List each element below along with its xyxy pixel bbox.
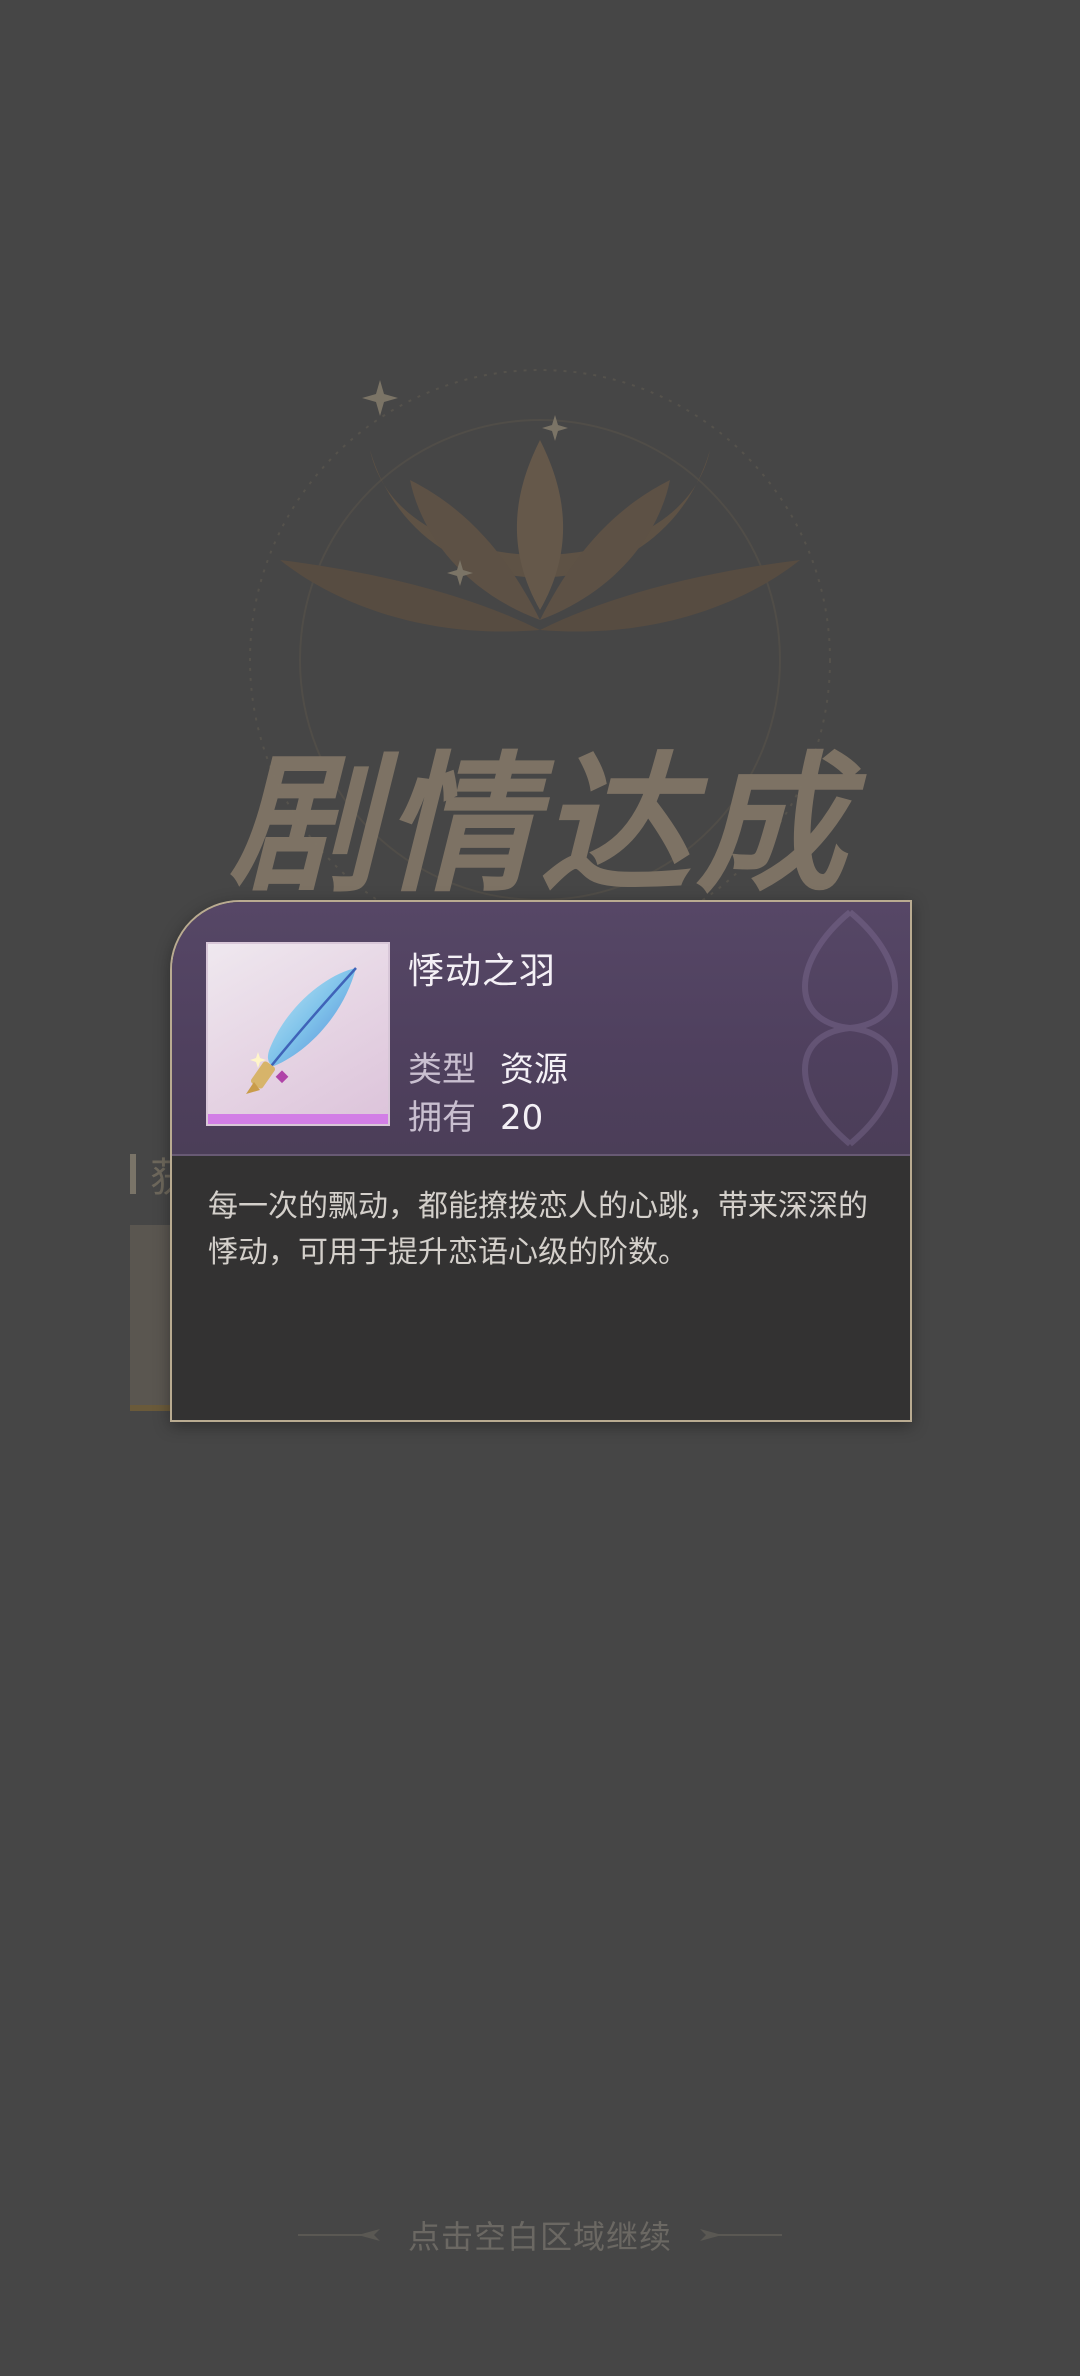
item-owned-label: 拥有 bbox=[408, 1098, 476, 1138]
story-complete-banner: 剧情达成 bbox=[227, 737, 852, 913]
left-arrow-ornament-icon bbox=[297, 2229, 380, 2241]
item-type-value: 资源 bbox=[500, 1050, 568, 1090]
rarity-bar bbox=[208, 1114, 388, 1124]
section-accent-bar bbox=[130, 1154, 136, 1194]
right-arrow-ornament-icon bbox=[700, 2229, 782, 2241]
ornament-icon bbox=[802, 909, 898, 1147]
screen-overlay[interactable]: 剧情达成 获 bbox=[0, 0, 1080, 2376]
item-owned-count: 20 bbox=[500, 1098, 544, 1138]
item-icon-frame bbox=[206, 942, 390, 1126]
item-type-label: 类型 bbox=[408, 1050, 476, 1090]
item-detail-header: 悸动之羽 类型 资源 拥有 20 bbox=[172, 902, 910, 1156]
item-description: 每一次的飘动，都能撩拨恋人的心跳，带来深深的悸动，可用于提升恋语心级的阶数。 bbox=[208, 1189, 868, 1270]
tap-to-continue[interactable]: 点击空白区域继续 bbox=[0, 2210, 1080, 2260]
item-owned-row: 拥有 20 bbox=[408, 1090, 543, 1139]
item-type-row: 类型 资源 bbox=[408, 1042, 568, 1091]
feather-quill-icon bbox=[246, 967, 357, 1094]
item-detail-popup: 悸动之羽 类型 资源 拥有 20 每一次的飘动，都能撩拨恋人的心跳，带来深深的悸… bbox=[170, 900, 912, 1422]
continue-text: 点击空白区域继续 bbox=[407, 2218, 672, 2256]
item-name: 悸动之羽 bbox=[408, 951, 557, 992]
